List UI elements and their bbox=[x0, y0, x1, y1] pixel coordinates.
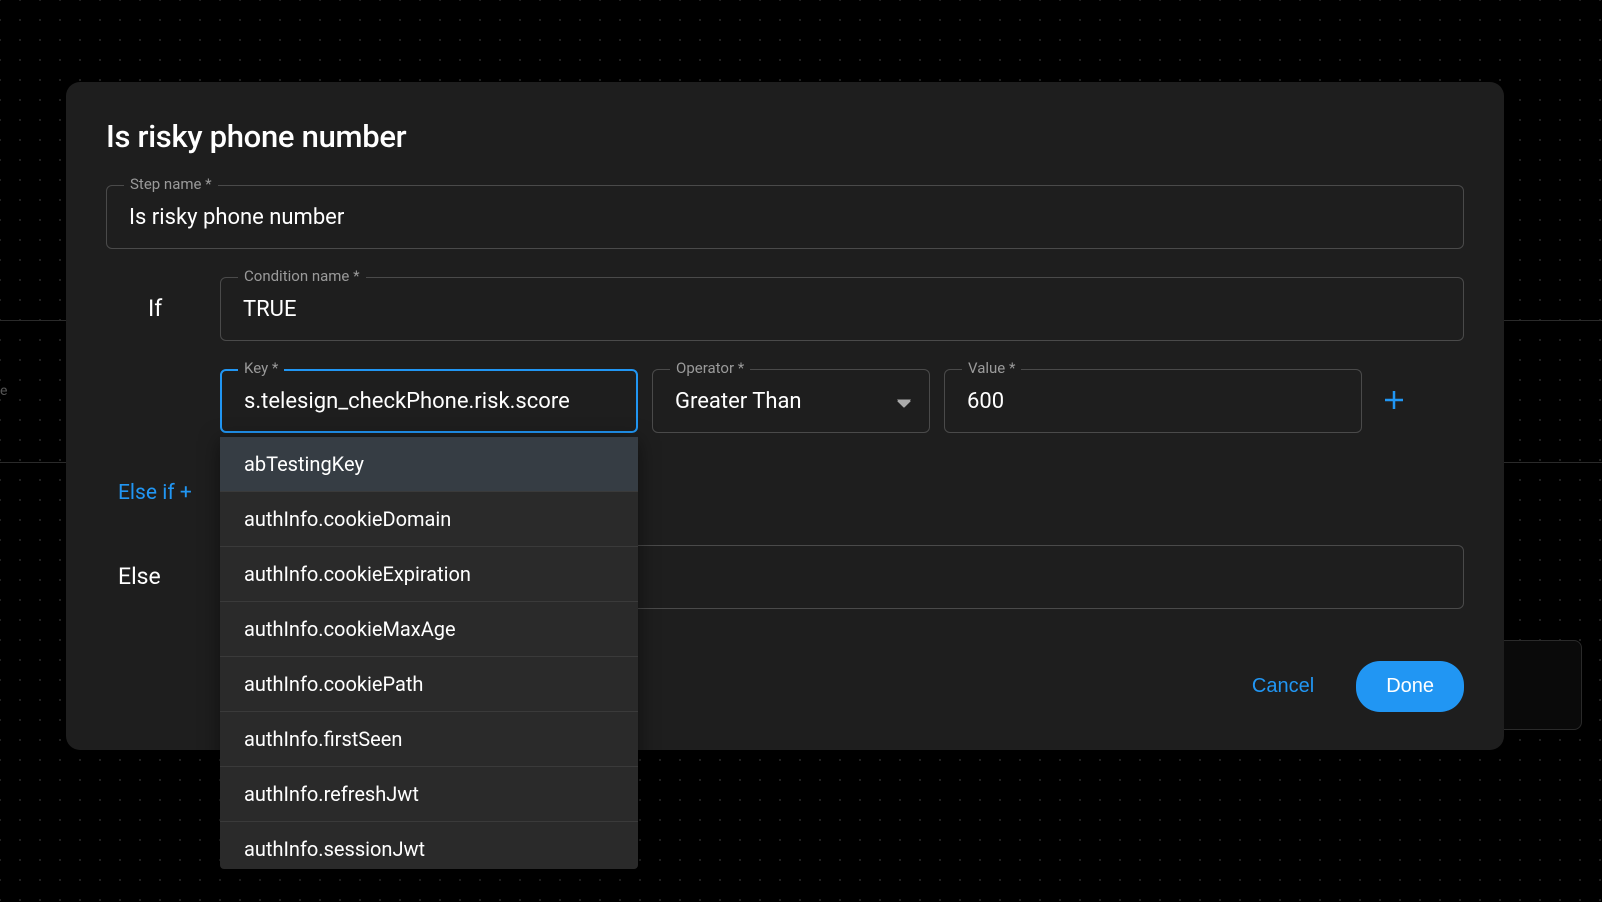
value-label: Value * bbox=[962, 359, 1021, 377]
modal-title: Is risky phone number bbox=[106, 118, 1464, 155]
autocomplete-item[interactable]: authInfo.refreshJwt bbox=[220, 767, 638, 822]
if-content: Condition name * Key * abTestingKey auth… bbox=[220, 277, 1464, 433]
else-if-column: Else if + bbox=[106, 481, 220, 505]
if-label: If bbox=[106, 295, 162, 322]
else-if-button[interactable]: Else if + bbox=[106, 481, 192, 505]
operator-label: Operator * bbox=[670, 359, 750, 377]
autocomplete-item[interactable]: authInfo.cookiePath bbox=[220, 657, 638, 712]
if-row: If Condition name * Key * abTestingKey a… bbox=[106, 277, 1464, 433]
step-name-field-group: Step name * bbox=[106, 185, 1464, 249]
condition-name-label: Condition name * bbox=[238, 267, 366, 285]
condition-editor-modal: Is risky phone number Step name * If Con… bbox=[66, 82, 1504, 750]
cancel-button[interactable]: Cancel bbox=[1242, 663, 1324, 710]
step-name-label: Step name * bbox=[124, 175, 218, 193]
background-text: e bbox=[0, 383, 14, 399]
autocomplete-item[interactable]: authInfo.firstSeen bbox=[220, 712, 638, 767]
done-button[interactable]: Done bbox=[1356, 661, 1464, 712]
autocomplete-item[interactable]: authInfo.cookieExpiration bbox=[220, 547, 638, 602]
operator-value: Greater Than bbox=[675, 389, 802, 414]
if-label-column: If bbox=[106, 277, 220, 322]
else-label: Else bbox=[106, 563, 161, 590]
key-field-group: Key * abTestingKey authInfo.cookieDomain… bbox=[220, 369, 638, 433]
else-column: Else bbox=[106, 545, 220, 590]
value-field-group: Value * bbox=[944, 369, 1362, 433]
autocomplete-item[interactable]: abTestingKey bbox=[220, 437, 638, 492]
operator-field-group: Operator * Greater Than bbox=[652, 369, 930, 433]
key-input[interactable] bbox=[220, 369, 638, 433]
plus-icon bbox=[1382, 388, 1406, 412]
add-condition-button[interactable] bbox=[1382, 383, 1406, 420]
operator-select[interactable]: Greater Than bbox=[652, 369, 930, 433]
autocomplete-item[interactable]: authInfo.cookieDomain bbox=[220, 492, 638, 547]
value-input[interactable] bbox=[944, 369, 1362, 433]
key-autocomplete-dropdown: abTestingKey authInfo.cookieDomain authI… bbox=[220, 437, 638, 869]
condition-name-input[interactable] bbox=[220, 277, 1464, 341]
autocomplete-item[interactable]: authInfo.sessionJwt bbox=[220, 822, 638, 869]
step-name-input[interactable] bbox=[106, 185, 1464, 249]
autocomplete-item[interactable]: authInfo.cookieMaxAge bbox=[220, 602, 638, 657]
key-label: Key * bbox=[238, 359, 284, 377]
chevron-down-icon bbox=[897, 389, 911, 414]
condition-expression-row: Key * abTestingKey authInfo.cookieDomain… bbox=[220, 369, 1464, 433]
condition-name-field-group: Condition name * bbox=[220, 277, 1464, 341]
